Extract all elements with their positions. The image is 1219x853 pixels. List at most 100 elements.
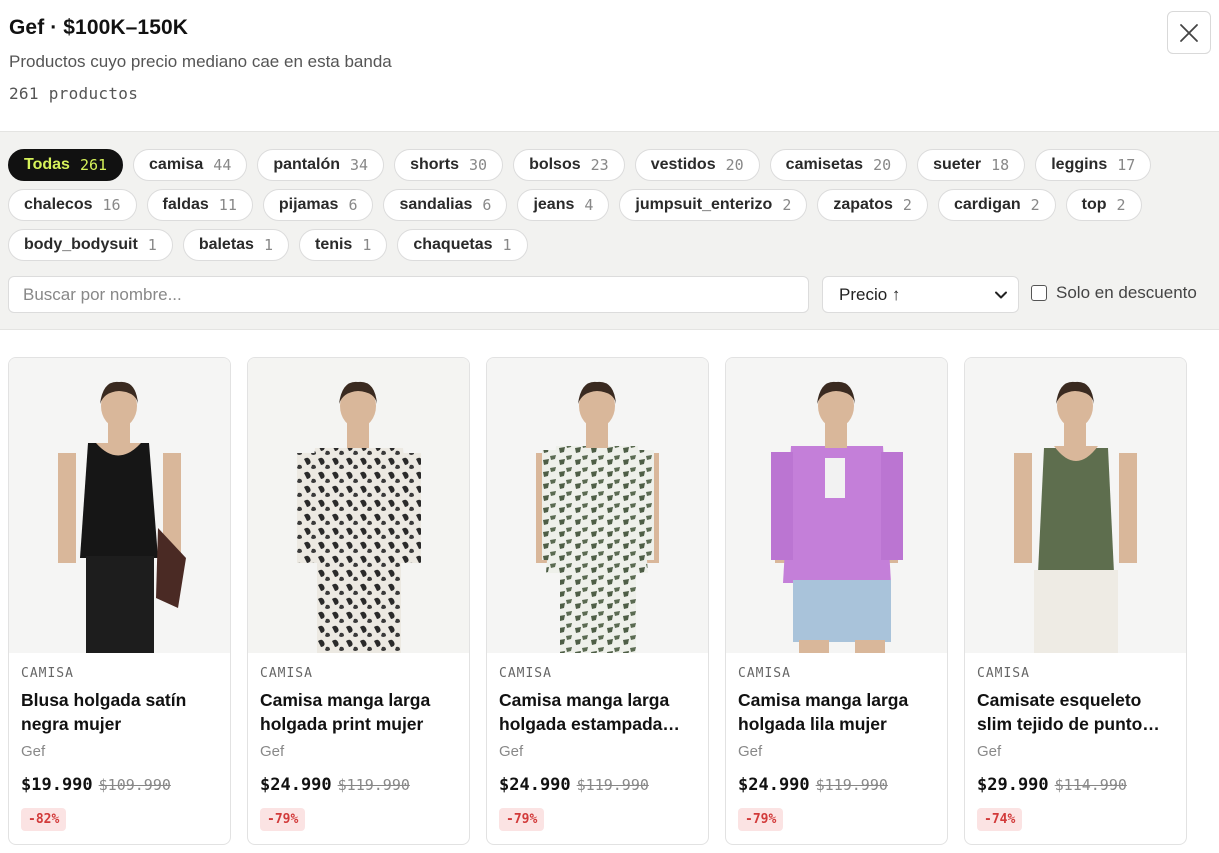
category-chip[interactable]: bolsos 23 [513,149,625,181]
product-card[interactable]: CAMISA Camisa manga larga holgada estampa… [486,357,709,845]
category-chips-row-1: Todas 261 camisa 44 pantalón 34 shorts 30 bolsos… [8,149,1152,181]
category-chip[interactable]: top 2 [1065,189,1142,221]
discount-only-toggle[interactable]: Solo en descuento [1031,283,1197,303]
product-price: $19.990 [21,775,93,795]
category-chip-count: 44 [213,156,232,174]
product-count: 261 productos [9,84,139,103]
product-name[interactable]: Camisa manga larga holgada lila mujer [738,688,934,736]
sort-select[interactable]: Precio ↑ [822,276,1019,313]
category-chip[interactable]: sueter 18 [917,149,1026,181]
category-chip-label: bolsos [529,156,581,173]
category-chip[interactable]: jeans 4 [517,189,610,221]
category-chip-count: 2 [1030,196,1040,214]
category-chip-count: 23 [590,156,609,174]
category-chip-label: sandalias [399,196,473,213]
category-chip-label: chalecos [24,196,93,213]
product-category: CAMISA [977,666,1030,681]
category-chip-count: 34 [350,156,369,174]
product-name[interactable]: Blusa holgada satín negra mujer [21,688,217,736]
product-image [726,358,947,653]
category-chip[interactable]: sandalias 6 [383,189,508,221]
category-chip-count: 2 [1116,196,1126,214]
product-old-price: $119.990 [815,776,888,794]
close-icon [1180,23,1198,42]
discount-badge: -79% [738,808,784,831]
category-chip[interactable]: cardigan 2 [937,189,1056,221]
category-chip-label: camisetas [785,156,864,173]
category-chip-count: 20 [873,156,892,174]
product-category: CAMISA [499,666,552,681]
discount-badge: -82% [21,808,67,831]
product-image [487,358,708,653]
modal-header: Gef · $100K–150K Productos cuyo precio m… [0,0,1219,131]
category-chip-count: 20 [725,156,744,174]
category-chip-label: tenis [314,236,353,253]
category-chip-count: 261 [79,156,108,174]
category-chip[interactable]: leggins 17 [1035,149,1152,181]
product-card[interactable]: CAMISA Blusa holgada satín negra mujer Gef… [8,357,231,845]
discount-toggle-label: Solo en descuento [1056,283,1197,302]
category-chip[interactable]: chalecos 16 [8,189,137,221]
product-name[interactable]: Camisate esqueleto slim tejido de punto … [977,688,1173,736]
product-old-price: $119.990 [337,776,410,794]
product-price: $24.990 [738,775,810,795]
category-chip-label: leggins [1051,156,1108,173]
product-old-price: $119.990 [576,776,649,794]
product-grid: CAMISA Blusa holgada satín negra mujer Gef… [8,357,1187,845]
category-chip-count: 18 [991,156,1010,174]
product-name[interactable]: Camisa manga larga holgada estampada muj… [499,688,695,736]
category-chips-row-3: body_bodysuit 1 baletas 1 tenis 1 chaquetas 1 [8,229,528,261]
product-card[interactable]: CAMISA Camisa manga larga holgada lila mu… [725,357,948,845]
category-chips-row-2: chalecos 16 faldas 11 pijamas 6 sandalias 6 jean… [8,189,1142,221]
category-chip[interactable]: faldas 11 [146,189,253,221]
product-name[interactable]: Camisa manga larga holgada print mujer [260,688,456,736]
sort-select-label: Precio ↑ [839,284,901,304]
product-brand: Gef [738,743,763,760]
product-image [248,358,469,653]
product-brand: Gef [977,743,1002,760]
category-chip[interactable]: baletas 1 [182,229,289,261]
product-image [9,358,230,653]
category-chip[interactable]: body_bodysuit 1 [8,229,173,261]
product-category: CAMISA [260,666,313,681]
category-chip[interactable]: vestidos 20 [634,149,760,181]
product-brand: Gef [260,743,285,760]
category-chip[interactable]: Todas 261 [8,149,124,181]
product-brand: Gef [21,743,46,760]
category-chip-label: pijamas [278,196,339,213]
category-chip[interactable]: shorts 30 [394,149,504,181]
category-chip-count: 1 [263,236,273,254]
search-input[interactable] [8,276,809,313]
category-chip-label: cardigan [953,196,1021,213]
category-chip[interactable]: camisetas 20 [769,149,908,181]
product-card[interactable]: CAMISA Camisa manga larga holgada print m… [247,357,470,845]
discount-badge: -79% [499,808,545,831]
filter-panel: Todas 261 camisa 44 pantalón 34 shorts 30 bolsos… [0,131,1219,330]
category-chip-count: 2 [782,196,792,214]
category-chip-label: top [1081,196,1107,213]
category-chip-count: 6 [482,196,492,214]
product-prices: $29.990 $114.990 [977,775,1127,795]
category-chip[interactable]: tenis 1 [298,229,388,261]
page-title: Gef · $100K–150K [9,16,189,39]
category-chip[interactable]: zapatos 2 [817,189,928,221]
close-button[interactable] [1167,11,1211,54]
category-chip-label: camisa [149,156,204,173]
discount-checkbox[interactable] [1031,285,1047,301]
category-chip-count: 16 [102,196,121,214]
category-chip[interactable]: camisa 44 [133,149,248,181]
product-prices: $24.990 $119.990 [499,775,649,795]
discount-badge: -79% [260,808,306,831]
category-chip[interactable]: chaquetas 1 [397,229,528,261]
category-chip-count: 2 [902,196,912,214]
product-card[interactable]: CAMISA Camisate esqueleto slim tejido de … [964,357,1187,845]
category-chip[interactable]: pantalón 34 [257,149,385,181]
category-chip[interactable]: jumpsuit_enterizo 2 [619,189,808,221]
category-chip-label: shorts [410,156,459,173]
category-chip[interactable]: pijamas 6 [262,189,374,221]
product-price: $24.990 [499,775,571,795]
category-chip-count: 1 [362,236,372,254]
product-price: $29.990 [977,775,1049,795]
category-chip-count: 6 [348,196,358,214]
category-chip-label: jeans [533,196,575,213]
